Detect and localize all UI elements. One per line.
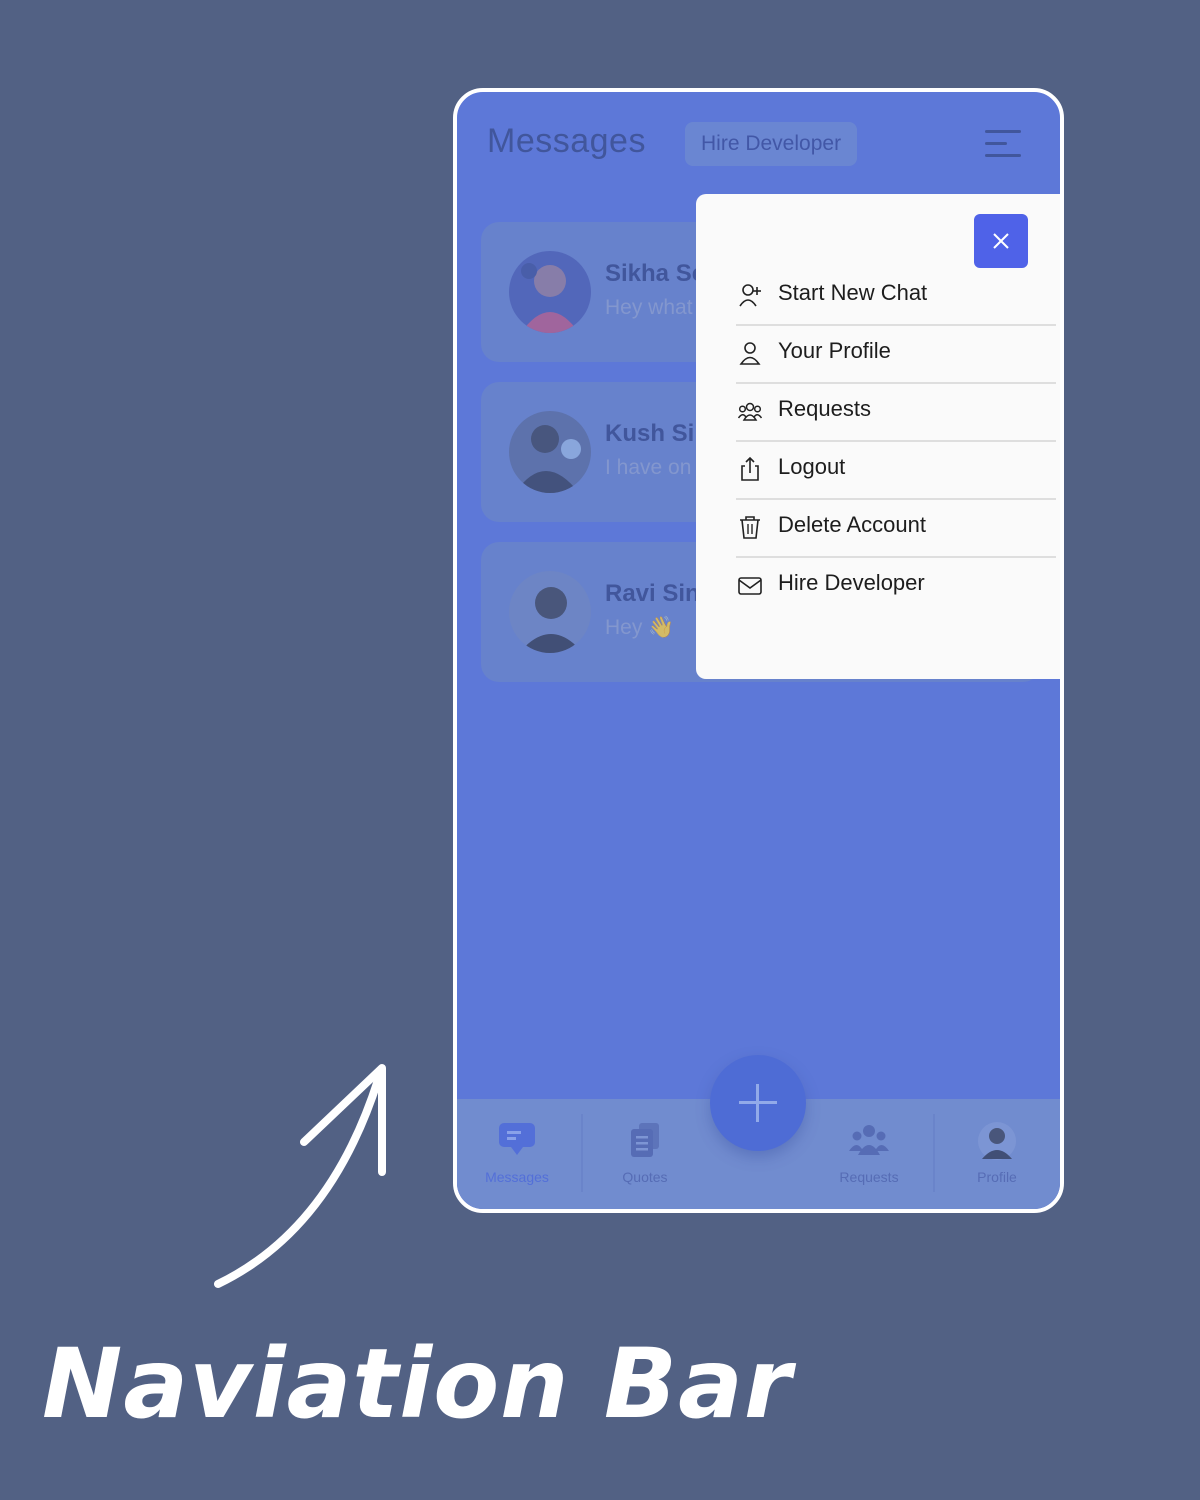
user-icon bbox=[739, 342, 761, 365]
nav-label: Quotes bbox=[622, 1169, 668, 1185]
trash-icon bbox=[740, 516, 760, 539]
menu-item-your-profile[interactable]: Your Profile bbox=[736, 326, 1056, 384]
chat-name: Ravi Sin bbox=[605, 580, 700, 607]
options-dropdown-menu: Start New Chat Your Profile Requests Log… bbox=[696, 194, 1060, 679]
annotation-arrow-icon bbox=[214, 1064, 386, 1288]
menu-item-delete-account[interactable]: Delete Account bbox=[736, 500, 1056, 558]
chat-bubble-icon bbox=[497, 1121, 537, 1159]
hamburger-menu-icon[interactable] bbox=[985, 130, 1025, 160]
nav-item-profile[interactable]: Profile bbox=[937, 1099, 1057, 1209]
chat-name: Kush Sir bbox=[605, 420, 704, 447]
caption-title: Naviation Bar bbox=[42, 1328, 793, 1440]
mail-icon bbox=[738, 577, 762, 595]
logout-icon bbox=[741, 456, 759, 481]
nav-divider bbox=[581, 1114, 583, 1192]
page-title: Messages bbox=[487, 122, 646, 160]
user-plus-icon bbox=[739, 284, 761, 307]
avatar bbox=[509, 251, 591, 333]
chat-preview: Hey 👋 bbox=[605, 616, 675, 639]
nav-item-quotes[interactable]: Quotes bbox=[585, 1099, 705, 1209]
menu-item-start-new-chat[interactable]: Start New Chat bbox=[736, 268, 1056, 326]
menu-item-label: Delete Account bbox=[778, 512, 926, 537]
users-group-icon bbox=[738, 402, 762, 421]
documents-icon bbox=[625, 1121, 665, 1159]
menu-item-label: Hire Developer bbox=[778, 570, 925, 595]
menu-item-label: Start New Chat bbox=[778, 280, 928, 305]
new-chat-fab-button[interactable] bbox=[710, 1055, 806, 1151]
menu-item-logout[interactable]: Logout bbox=[736, 442, 1056, 500]
nav-label: Messages bbox=[485, 1169, 549, 1185]
close-button[interactable] bbox=[974, 214, 1028, 268]
chat-preview: Hey what bbox=[605, 296, 693, 319]
chat-name: Sikha Sc bbox=[605, 260, 706, 287]
menu-item-requests[interactable]: Requests bbox=[736, 384, 1056, 442]
menu-item-label: Logout bbox=[778, 454, 846, 479]
header: Messages Hire Developer bbox=[457, 92, 1060, 202]
profile-avatar-icon bbox=[977, 1121, 1017, 1160]
menu-item-label: Your Profile bbox=[778, 338, 891, 363]
avatar bbox=[509, 571, 591, 653]
avatar bbox=[509, 411, 591, 493]
close-icon bbox=[993, 233, 1009, 249]
nav-item-requests[interactable]: Requests bbox=[809, 1099, 929, 1209]
nav-label: Requests bbox=[839, 1169, 899, 1185]
nav-item-messages[interactable]: Messages bbox=[457, 1099, 577, 1209]
chat-preview: I have on bbox=[605, 456, 692, 479]
hire-developer-chip[interactable]: Hire Developer bbox=[685, 122, 858, 166]
menu-item-label: Requests bbox=[778, 396, 871, 421]
people-icon bbox=[849, 1121, 889, 1159]
nav-label: Profile bbox=[977, 1169, 1017, 1185]
nav-divider bbox=[933, 1114, 935, 1192]
menu-item-hire-developer[interactable]: Hire Developer bbox=[736, 558, 1056, 614]
